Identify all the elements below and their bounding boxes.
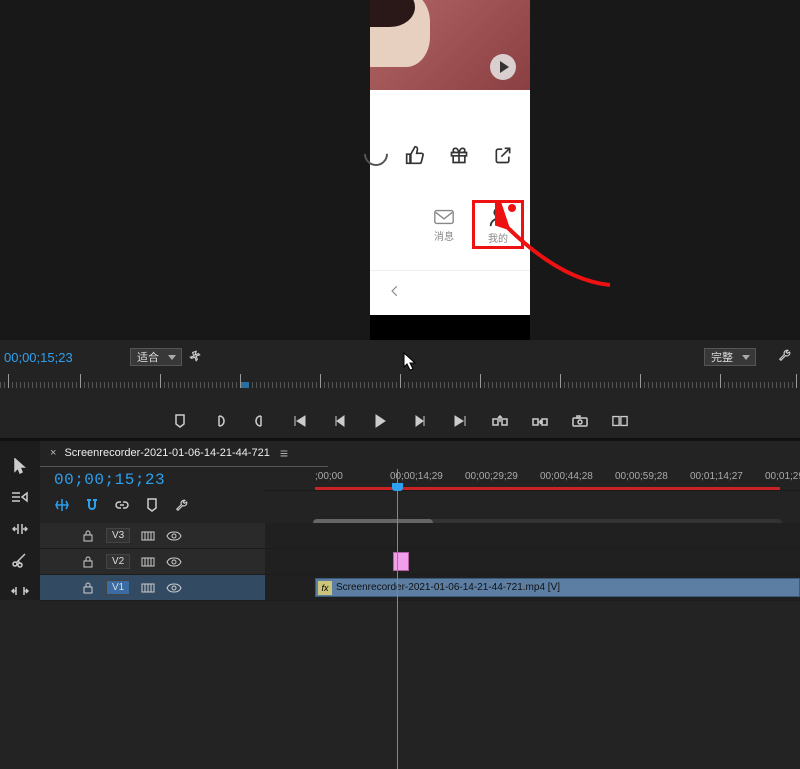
close-tab-icon[interactable]: ×: [50, 447, 56, 459]
annotation-highlight-box: [472, 200, 524, 249]
track-header-v1[interactable]: V1: [40, 575, 265, 601]
sequence-tab[interactable]: × Screenrecorder-2021-01-06-14-21-44-721…: [50, 445, 288, 461]
messages-tab-label: 消息: [434, 228, 454, 243]
track-label[interactable]: V3: [106, 528, 130, 543]
marker-icon[interactable]: [144, 497, 160, 513]
preview-info-bar: 00;00;15;23 适合 完整: [0, 345, 800, 369]
track-v1[interactable]: fx Screenrecorder-2021-01-06-14-21-44-72…: [265, 575, 800, 601]
track-header-v3[interactable]: V3: [40, 523, 265, 549]
mobile-app-preview: 消息 我的: [370, 0, 530, 315]
action-row: [370, 130, 530, 180]
ruler-tick: 00;00;59;28: [615, 471, 668, 482]
timeline-snap-controls: [54, 497, 190, 513]
timeline-tracks-area[interactable]: ;00;00 00;00;14;29 00;00;29;29 00;00;44;…: [265, 469, 800, 600]
ruler-tick: ;00;00: [315, 471, 343, 482]
selection-tool[interactable]: [11, 457, 29, 474]
preview-playhead[interactable]: [240, 376, 249, 390]
track-select-tool[interactable]: [11, 488, 29, 505]
fx-badge-icon[interactable]: fx: [318, 581, 332, 595]
snap-icon[interactable]: [84, 497, 100, 513]
track-headers: V3 V2 V1: [40, 523, 265, 600]
share-icon: [490, 142, 516, 168]
play-button[interactable]: [372, 413, 388, 429]
track-header-v2[interactable]: V2: [40, 549, 265, 575]
add-marker-button[interactable]: [172, 413, 188, 429]
export-frame-button[interactable]: [572, 413, 588, 429]
toggle-output-icon[interactable]: [166, 580, 182, 596]
timeline-settings-icon[interactable]: [174, 497, 190, 513]
mobile-back-row: [370, 270, 530, 310]
goto-out-button[interactable]: [452, 413, 468, 429]
wrench-icon[interactable]: [778, 348, 792, 365]
ruler-tick: 00;01;14;27: [690, 471, 743, 482]
lock-icon[interactable]: [80, 554, 96, 570]
mobile-tabbar: 消息 我的: [370, 190, 530, 260]
render-bar-unrendered: [315, 487, 780, 490]
ripple-edit-tool[interactable]: [11, 520, 29, 537]
tab-menu-icon[interactable]: ≡: [280, 445, 288, 461]
lift-button[interactable]: [492, 413, 508, 429]
sync-lock-icon[interactable]: [140, 554, 156, 570]
sync-lock-icon[interactable]: [140, 580, 156, 596]
sync-lock-icon[interactable]: [140, 528, 156, 544]
timeline-playhead[interactable]: [397, 469, 398, 769]
video-thumbnail: [370, 0, 530, 90]
messages-tab: 消息: [420, 208, 468, 243]
lock-icon[interactable]: [80, 580, 96, 596]
insert-mode-icon[interactable]: [54, 497, 70, 513]
extract-button[interactable]: [532, 413, 548, 429]
quality-select[interactable]: 完整: [704, 348, 756, 366]
ruler-tick: 00;01;29;29: [765, 471, 800, 482]
toggle-output-icon[interactable]: [166, 554, 182, 570]
step-fwd-button[interactable]: [412, 413, 428, 429]
linked-selection-icon[interactable]: [114, 497, 130, 513]
clip-marker[interactable]: [393, 552, 409, 571]
chevron-left-icon: [388, 284, 402, 298]
track-v3[interactable]: [265, 523, 800, 549]
program-timecode[interactable]: 00;00;15;23: [0, 350, 130, 365]
settings-icon[interactable]: [188, 349, 202, 366]
timeline-panel: × Screenrecorder-2021-01-06-14-21-44-721…: [40, 441, 800, 600]
ruler-tick: 00;00;44;28: [540, 471, 593, 482]
razor-tool[interactable]: [11, 551, 29, 568]
program-monitor-area: 消息 我的: [0, 0, 800, 340]
toggle-output-icon[interactable]: [166, 528, 182, 544]
gift-icon: [446, 142, 472, 168]
ruler-tick: 00;00;29;29: [465, 471, 518, 482]
notification-dot: [508, 204, 516, 212]
transport-controls: [0, 410, 800, 432]
slip-tool[interactable]: [11, 583, 29, 600]
mark-in-button[interactable]: [212, 413, 228, 429]
like-icon: [402, 142, 428, 168]
timeline-toolbar: [0, 441, 40, 600]
mark-out-button[interactable]: [252, 413, 268, 429]
timeline-ruler[interactable]: ;00;00 00;00;14;29 00;00;29;29 00;00;44;…: [265, 469, 800, 491]
lock-icon[interactable]: [80, 528, 96, 544]
video-preview-frame: 消息 我的: [370, 0, 530, 340]
sequence-name: Screenrecorder-2021-01-06-14-21-44-721: [64, 447, 269, 459]
video-clip[interactable]: fx Screenrecorder-2021-01-06-14-21-44-72…: [315, 578, 800, 597]
zoom-fit-select[interactable]: 适合: [130, 348, 182, 366]
track-label[interactable]: V2: [106, 554, 130, 569]
clip-label: Screenrecorder-2021-01-06-14-21-44-721.m…: [336, 582, 560, 593]
track-v2[interactable]: [265, 549, 800, 575]
step-back-button[interactable]: [332, 413, 348, 429]
play-overlay-icon: [490, 54, 516, 80]
track-label[interactable]: V1: [106, 580, 130, 595]
timeline-timecode[interactable]: 00;00;15;23: [54, 471, 165, 489]
comparison-view-button[interactable]: [612, 413, 628, 429]
mine-tab: 我的: [474, 206, 522, 245]
goto-in-button[interactable]: [292, 413, 308, 429]
